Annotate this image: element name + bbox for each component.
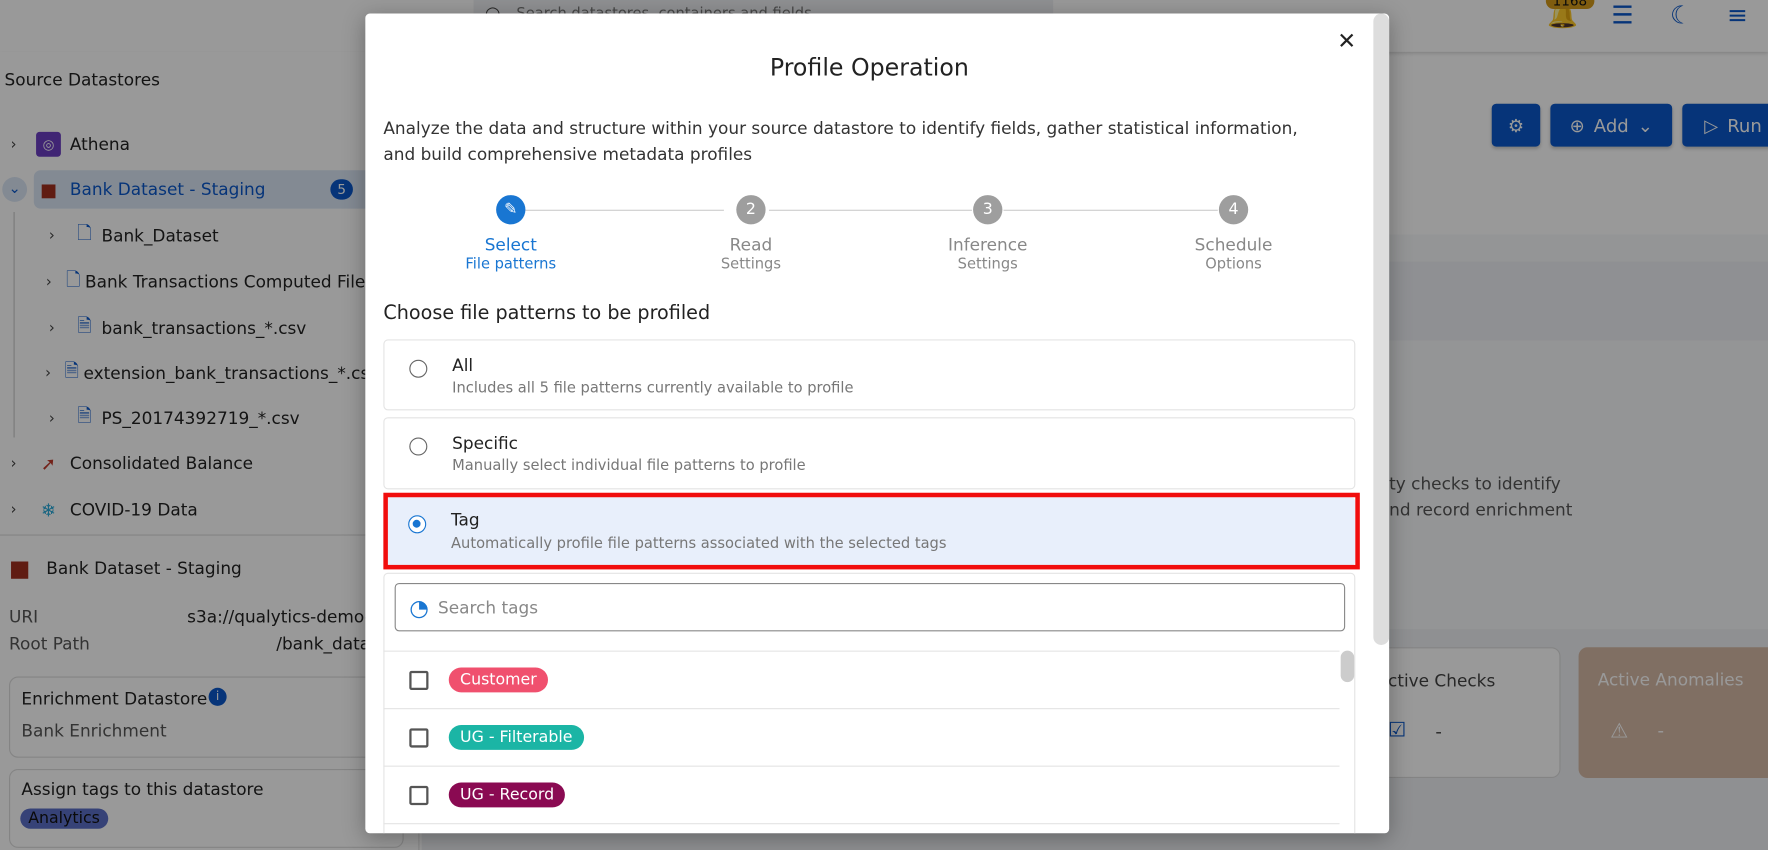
dialog-description: Analyze the data and structure within yo… xyxy=(383,118,1298,165)
profile-operation-dialog: ✕ Profile Operation Analyze the data and… xyxy=(365,13,1390,834)
dialog-scrollbar[interactable] xyxy=(1373,13,1390,645)
tag-chip: UG - Record xyxy=(448,782,566,808)
step-4-label[interactable]: Schedule xyxy=(1143,235,1323,255)
tag-chip: Customer xyxy=(448,667,549,693)
option-specific[interactable]: Specific Manually select individual file… xyxy=(383,417,1356,490)
option-description: Manually select individual file patterns… xyxy=(452,457,806,475)
option-all[interactable]: All Includes all 5 file patterns current… xyxy=(383,339,1356,411)
radio-all[interactable] xyxy=(409,359,428,378)
checkbox[interactable] xyxy=(409,785,429,805)
section-title: Choose file patterns to be profiled xyxy=(383,302,711,325)
tag-chip: UG - Filterable xyxy=(448,725,584,750)
step-1-label[interactable]: Select xyxy=(421,235,601,255)
step-2-circle[interactable]: 2 xyxy=(736,195,766,225)
option-description: Includes all 5 file patterns currently a… xyxy=(452,379,854,397)
step-3-sublabel: Settings xyxy=(957,255,1018,273)
checkbox[interactable] xyxy=(409,727,429,748)
tag-row-ug-filterable[interactable]: UG - Filterable xyxy=(383,709,1340,767)
search-icon: ◔ xyxy=(409,593,429,621)
step-2-label[interactable]: Read xyxy=(661,235,841,255)
step-4-sublabel: Options xyxy=(1205,255,1262,273)
tag-list-scrollbar[interactable] xyxy=(1340,650,1355,683)
step-2-sublabel: Settings xyxy=(720,255,782,273)
tag-row-ug-record[interactable]: UG - Record xyxy=(383,767,1340,825)
option-title: Specific xyxy=(452,432,518,454)
step-3-label[interactable]: Inference xyxy=(898,235,1078,255)
radio-specific[interactable] xyxy=(409,437,428,456)
step-4-circle[interactable]: 4 xyxy=(1218,195,1249,225)
close-icon[interactable]: ✕ xyxy=(1337,27,1356,54)
dialog-title: Profile Operation xyxy=(769,54,969,82)
step-1-edit-icon[interactable]: ✎ xyxy=(496,195,526,225)
highlight-box xyxy=(383,492,1360,570)
tag-row-customer[interactable]: Customer xyxy=(383,652,1340,710)
option-title: All xyxy=(452,355,474,376)
tag-search-field[interactable]: ◔ xyxy=(394,582,1346,632)
checkbox[interactable] xyxy=(409,670,429,690)
step-3-circle[interactable]: 3 xyxy=(973,195,1003,225)
step-1-sublabel: File patterns xyxy=(465,255,557,273)
tag-search-input[interactable] xyxy=(438,597,1295,618)
